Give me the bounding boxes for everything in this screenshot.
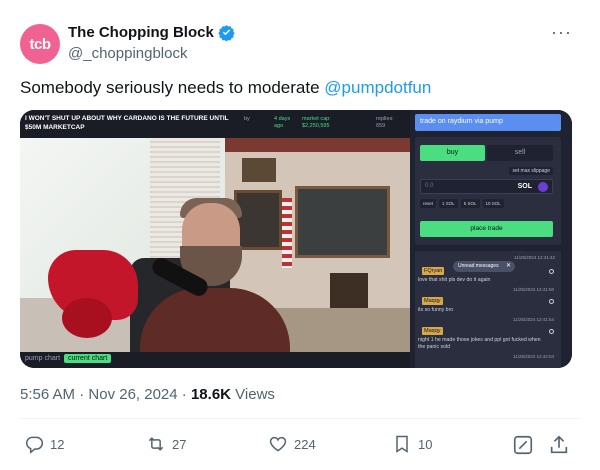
buy-tab[interactable]: buy xyxy=(420,145,485,161)
author-name-row: The Chopping Block xyxy=(68,24,235,41)
raydium-button[interactable]: trade on raydium via pump xyxy=(415,114,561,131)
stream-header: I WON'T SHUT UP ABOUT WHY CARDANO IS THE… xyxy=(20,110,410,138)
chat-username[interactable]: FQryan xyxy=(422,267,445,275)
market-cap-label: market cap: xyxy=(302,116,331,122)
red-dragon-claw xyxy=(62,298,112,338)
ceiling xyxy=(225,138,410,152)
reply-icon[interactable] xyxy=(549,299,554,304)
flag xyxy=(282,198,292,268)
tweet-meta: 5:56 AM · Nov 26, 2024 · 18.6K Views xyxy=(20,386,275,403)
chat-time: 11/25/2024 12:41:54 xyxy=(513,317,554,322)
heart-icon xyxy=(269,436,287,452)
sell-tab[interactable]: sell xyxy=(487,145,553,161)
stream-banner: I WON'T SHUT UP ABOUT WHY CARDANO IS THE… xyxy=(25,115,229,131)
amount-placeholder: 0.0 xyxy=(425,183,434,189)
amount-unit: SOL xyxy=(517,183,532,190)
unread-label: Unread messages xyxy=(458,263,499,269)
tweet-actions: 12 27 224 10 xyxy=(0,430,600,460)
share-icon[interactable] xyxy=(548,434,570,456)
preset-1-sol[interactable]: 1 SOL xyxy=(439,199,458,208)
like-button[interactable]: 224 xyxy=(268,434,316,454)
stream-footer: pump chart current chart xyxy=(20,352,410,368)
trade-panel: trade on raydium via pump buy sell set m… xyxy=(410,110,572,368)
wall-frame xyxy=(242,158,276,182)
replies-value: 659 xyxy=(376,123,386,129)
chat-time: 11/25/2024 12:42:04 xyxy=(513,354,554,359)
chat-text: night 1 he made those jokes and ppl got … xyxy=(418,337,541,350)
trade-box: buy sell set max slippage 0.0 SOL reset … xyxy=(415,137,561,245)
views-count: 18.6K xyxy=(190,386,231,403)
repost-icon xyxy=(148,437,164,451)
reply-icon[interactable] xyxy=(549,269,554,274)
tweet-time[interactable]: 5:56 AM xyxy=(20,386,75,403)
chat-panel[interactable]: 11/25/2024 12:41:42 Unread messages ✕ FQ… xyxy=(415,251,561,368)
divider xyxy=(20,418,580,419)
reply-count: 12 xyxy=(50,436,65,452)
tweet-media[interactable]: I WON'T SHUT UP ABOUT WHY CARDANO IS THE… xyxy=(20,110,572,368)
amount-presets: reset 1 SOL 5 SOL 10 SOL xyxy=(420,199,504,208)
chat-text: love that shit pls dev do it again xyxy=(418,277,491,283)
unread-messages-pill[interactable]: Unread messages ✕ xyxy=(453,261,515,272)
blackboard xyxy=(295,186,390,258)
tweet-header: tcb The Chopping Block @_choppingblock ·… xyxy=(0,0,600,70)
author-handle[interactable]: @_choppingblock xyxy=(68,45,187,62)
bookmark-count: 10 xyxy=(418,436,433,452)
tweet-date[interactable]: Nov 26, 2024 xyxy=(88,386,177,403)
repost-count: 27 xyxy=(172,436,187,452)
preset-reset[interactable]: reset xyxy=(420,199,437,208)
tweet-body: Somebody seriously needs to moderate xyxy=(20,78,325,97)
chat-text: its so funny bro xyxy=(418,307,454,313)
chat-username[interactable]: Maqqy xyxy=(422,327,443,335)
close-icon[interactable]: ✕ xyxy=(506,261,511,272)
mention-link[interactable]: @pumpdotfun xyxy=(324,78,431,97)
repost-button[interactable]: 27 xyxy=(146,434,186,454)
author-display-name[interactable]: The Chopping Block xyxy=(68,24,214,41)
bookmark-icon xyxy=(396,435,408,453)
chat-time-top: 11/25/2024 12:41:42 xyxy=(514,255,555,260)
reply-icon xyxy=(26,436,44,454)
bookmark-button[interactable]: 10 xyxy=(392,434,432,454)
wall-painting xyxy=(234,190,282,250)
tweet-text: Somebody seriously needs to moderate @pu… xyxy=(20,78,431,98)
place-trade-button[interactable]: place trade xyxy=(420,221,553,237)
slippage-button[interactable]: set max slippage xyxy=(509,167,553,175)
replies-label: replies: xyxy=(376,116,394,122)
verified-badge-icon xyxy=(218,25,235,41)
amount-input[interactable]: 0.0 SOL xyxy=(420,179,553,194)
reply-button[interactable]: 12 xyxy=(24,434,64,454)
stream-by-label: by xyxy=(244,116,250,122)
chat-time: 11/25/2024 12:41:50 xyxy=(513,287,554,292)
reply-icon[interactable] xyxy=(549,329,554,334)
preset-5-sol[interactable]: 5 SOL xyxy=(460,199,480,208)
cabinet xyxy=(330,273,368,308)
current-chart-button[interactable]: current chart xyxy=(64,354,112,363)
chat-username[interactable]: Maqqy xyxy=(422,297,443,305)
more-options-icon[interactable]: ··· xyxy=(551,22,572,43)
market-cap-value: $2,250,595 xyxy=(302,123,330,129)
sol-icon xyxy=(538,182,548,192)
preset-10-sol[interactable]: 10 SOL xyxy=(482,199,504,208)
views-label: Views xyxy=(235,386,275,403)
stream-age: 4 days ago xyxy=(274,116,291,129)
avatar[interactable]: tcb xyxy=(20,24,60,64)
like-count: 224 xyxy=(294,436,316,452)
pump-chart-tab[interactable]: pump chart xyxy=(25,355,60,362)
stream-video[interactable] xyxy=(20,138,410,358)
grok-icon[interactable] xyxy=(512,434,534,456)
